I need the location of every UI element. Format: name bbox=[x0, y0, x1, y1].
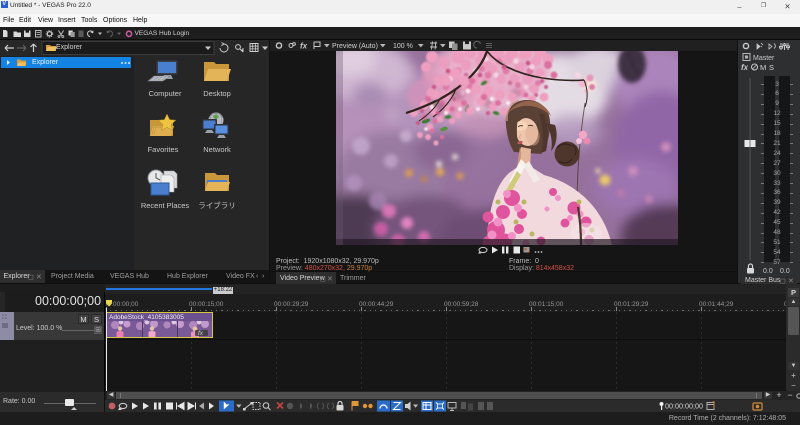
svg-text:100 %: 100 % bbox=[393, 43, 413, 50]
svg-text:Computer: Computer bbox=[149, 89, 182, 98]
svg-text:Preview (Auto): Preview (Auto) bbox=[332, 43, 378, 50]
svg-text:Recent Places: Recent Places bbox=[141, 201, 190, 210]
svg-text:Favorites: Favorites bbox=[148, 145, 179, 154]
svg-text:ライブラリ: ライブラリ bbox=[198, 200, 236, 210]
svg-text:Network: Network bbox=[203, 145, 231, 154]
svg-text:00:00:00;00: 00:00:00;00 bbox=[665, 402, 703, 411]
svg-text:fx: fx bbox=[300, 42, 308, 51]
svg-text:Desktop: Desktop bbox=[203, 89, 231, 98]
